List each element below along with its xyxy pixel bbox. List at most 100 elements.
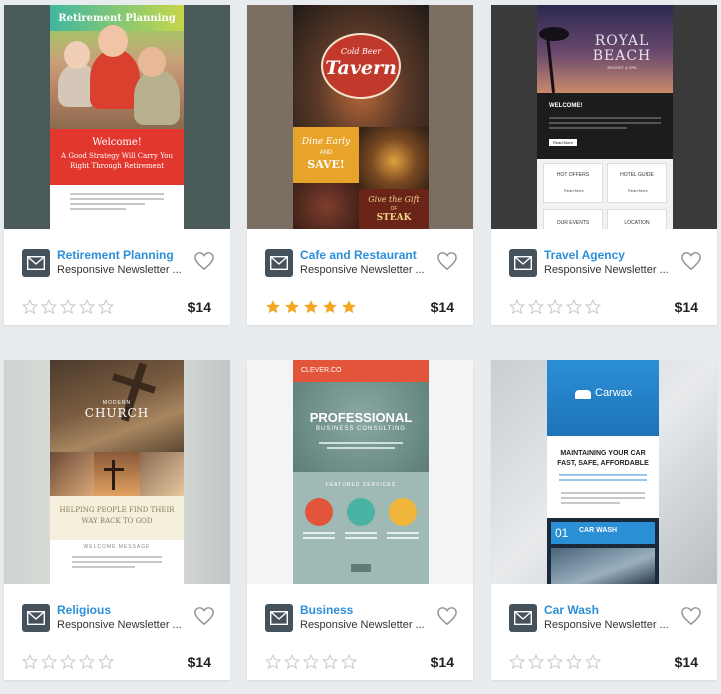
preview-box-button: Read More [628,188,648,193]
product-card-business[interactable]: CLEVER.CO PROFESSIONAL BUSINESS CONSULTI… [247,360,473,680]
star-icon [285,300,299,314]
heart-icon[interactable] [436,251,458,271]
preview-service: CAR WASH [579,527,618,534]
product-card-car-wash[interactable]: Carwax MAINTAINING YOUR CAR FAST, SAFE, … [491,360,717,680]
preview-button: Read More [549,139,577,146]
product-price: $14 [187,299,211,315]
star-icon [304,300,318,314]
star-icon [566,299,582,315]
preview-tagline: HELPING PEOPLE FIND THEIR [59,506,175,514]
preview-foot: WELCOME MESSAGE [83,544,151,550]
product-title[interactable]: Business [300,603,353,617]
star-rating [265,654,360,670]
preview-brand: ROYAL [594,33,650,49]
star-icon [528,654,544,670]
star-icon [341,654,357,670]
star-icon [41,654,57,670]
product-price: $14 [430,654,454,670]
template-preview[interactable]: Cold Beer Tavern Dine Early AND SAVE! Gi… [247,5,473,229]
star-rating [265,299,360,315]
product-title[interactable]: Car Wash [544,603,599,617]
preview-promo: SAVE! [307,158,345,171]
star-icon [585,299,601,315]
star-icon [509,299,525,315]
product-subtitle: Responsive Newsletter ... [57,619,182,631]
product-title[interactable]: Travel Agency [544,248,625,262]
star-icon [22,299,38,315]
preview-main: PROFESSIONAL [309,410,413,425]
preview-box-label: HOT OFFERS [556,172,590,178]
star-icon [322,654,338,670]
template-preview[interactable]: CLEVER.CO PROFESSIONAL BUSINESS CONSULTI… [247,360,473,584]
product-card-travel-agency[interactable]: ROYAL BEACH RESORT & SPA WELCOME! Read M… [491,5,717,325]
heart-icon[interactable] [193,251,215,271]
star-icon [566,654,582,670]
product-subtitle: Responsive Newsletter ... [300,619,425,631]
star-icon [303,654,319,670]
preview-welcome: Welcome! [92,137,142,148]
envelope-icon [265,604,293,632]
preview-tagline: Right Through Retirement [69,162,165,170]
product-title[interactable]: Cafe and Restaurant [300,248,417,262]
star-rating [22,299,117,315]
star-icon [323,300,337,314]
product-price: $14 [674,654,698,670]
product-subtitle: Responsive Newsletter ... [57,264,182,276]
preview-box-button: Read More [564,188,584,193]
product-card-retirement-planning[interactable]: Retirement Planning Welcome! A Good Stra… [4,5,230,325]
star-icon [41,299,57,315]
preview-tagline: A Good Strategy Will Carry You [61,152,173,160]
preview-brand: CLEVER.CO [301,367,342,374]
preview-tagline: WAY BACK TO GOD [81,517,153,525]
star-icon [60,654,76,670]
star-rating [509,299,604,315]
product-subtitle: Responsive Newsletter ... [544,619,669,631]
preview-box-label: LOCATION [624,220,650,226]
product-subtitle: Responsive Newsletter ... [300,264,425,276]
product-price: $14 [187,654,211,670]
template-preview[interactable]: ROYAL BEACH RESORT & SPA WELCOME! Read M… [491,5,717,229]
star-icon [528,299,544,315]
star-icon [585,654,601,670]
preview-brand-sub: RESORT & SPA [607,65,637,70]
preview-promo: Give the Gift [368,195,420,204]
product-title[interactable]: Religious [57,603,111,617]
star-rating [22,654,117,670]
heart-icon[interactable] [193,606,215,626]
envelope-icon [22,249,50,277]
envelope-icon [509,249,537,277]
template-preview[interactable]: Retirement Planning Welcome! A Good Stra… [4,5,230,229]
preview-welcome: WELCOME! [549,103,583,109]
preview-number: 01 [555,526,569,540]
preview-main: CHURCH [84,406,150,420]
star-icon [284,654,300,670]
product-card-religious[interactable]: MODERN CHURCH HELPING PEOPLE FIND THEIR … [4,360,230,680]
envelope-icon [22,604,50,632]
preview-sign-main: Tavern [325,57,397,79]
preview-promo: OF [390,206,398,212]
template-preview[interactable]: MODERN CHURCH HELPING PEOPLE FIND THEIR … [4,360,230,584]
preview-sub: BUSINESS CONSULTING [316,426,406,432]
preview-header: Retirement Planning [58,13,176,24]
preview-brand: Carwax [595,387,633,399]
preview-sign-top: Cold Beer [340,47,382,56]
product-card-cafe-and-restaurant[interactable]: Cold Beer Tavern Dine Early AND SAVE! Gi… [247,5,473,325]
product-title[interactable]: Retirement Planning [57,248,174,262]
preview-featured: FEATURED SERVICES [325,482,397,488]
preview-headline: FAST, SAFE, AFFORDABLE [557,460,649,467]
preview-promo: Dine Early [301,137,351,147]
star-icon [60,299,76,315]
star-icon [22,654,38,670]
star-icon [342,300,356,314]
heart-icon[interactable] [680,251,702,271]
star-icon [509,654,525,670]
star-icon [547,299,563,315]
preview-promo: AND [319,150,333,156]
product-price: $14 [430,299,454,315]
heart-icon[interactable] [436,606,458,626]
star-icon [265,654,281,670]
template-preview[interactable]: Carwax MAINTAINING YOUR CAR FAST, SAFE, … [491,360,717,584]
heart-icon[interactable] [680,606,702,626]
star-icon [547,654,563,670]
product-subtitle: Responsive Newsletter ... [544,264,669,276]
